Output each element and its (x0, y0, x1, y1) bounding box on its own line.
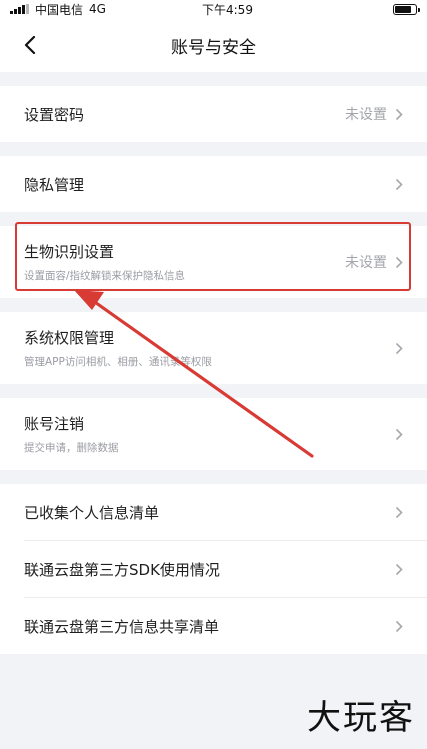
row-label: 已收集个人信息清单 (24, 503, 160, 522)
row-label: 设置密码 (24, 105, 85, 124)
group-privacy: 隐私管理 (0, 156, 427, 212)
carrier-name: 中国电信 (35, 2, 84, 17)
row-status: 未设置 (345, 255, 387, 271)
status-bar: 中国电信 4G 下午4:59 (0, 0, 427, 18)
chevron-right-icon (395, 255, 405, 269)
chevron-left-icon (24, 36, 36, 54)
group-info-lists: 已收集个人信息清单 联通云盘第三方SDK使用情况 联通云盘第三方信息共享清单 (0, 484, 427, 654)
row-label: 隐私管理 (24, 175, 85, 194)
signal-icon (10, 4, 29, 14)
row-label: 系统权限管理 (24, 329, 115, 347)
group-permissions: 系统权限管理 管理APP访问相机、相册、通讯录等权限 (0, 312, 427, 384)
row-privacy-management[interactable]: 隐私管理 (0, 156, 427, 212)
chevron-right-icon (395, 505, 405, 519)
row-biometric-settings[interactable]: 生物识别设置 设置面容/指纹解锁来保护隐私信息 未设置 (0, 226, 427, 298)
row-third-party-sharing[interactable]: 联通云盘第三方信息共享清单 (0, 598, 427, 654)
chevron-right-icon (395, 107, 405, 121)
chevron-right-icon (395, 341, 405, 355)
nav-bar: 账号与安全 (0, 18, 427, 72)
chevron-right-icon (395, 427, 405, 441)
group-biometric: 生物识别设置 设置面容/指纹解锁来保护隐私信息 未设置 (0, 226, 427, 298)
status-time: 下午4:59 (202, 2, 253, 17)
row-account-cancellation[interactable]: 账号注销 提交申请，删除数据 (0, 398, 427, 470)
row-label: 联通云盘第三方SDK使用情况 (24, 560, 220, 579)
row-subtitle: 提交申请，删除数据 (24, 442, 119, 454)
row-third-party-sdk[interactable]: 联通云盘第三方SDK使用情况 (0, 541, 427, 597)
chevron-right-icon (395, 619, 405, 633)
row-set-password[interactable]: 设置密码 未设置 (0, 86, 427, 142)
row-label: 联通云盘第三方信息共享清单 (24, 617, 220, 636)
row-label: 账号注销 (24, 415, 85, 433)
row-label: 生物识别设置 (24, 243, 115, 261)
page-title: 账号与安全 (171, 37, 256, 58)
row-system-permissions[interactable]: 系统权限管理 管理APP访问相机、相册、通讯录等权限 (0, 312, 427, 384)
status-left: 中国电信 4G (10, 1, 106, 18)
row-subtitle: 设置面容/指纹解锁来保护隐私信息 (24, 270, 186, 282)
group-password: 设置密码 未设置 (0, 86, 427, 142)
row-collected-info-list[interactable]: 已收集个人信息清单 (0, 484, 427, 540)
row-subtitle: 管理APP访问相机、相册、通讯录等权限 (24, 356, 212, 368)
chevron-right-icon (395, 562, 405, 576)
battery-icon (393, 3, 420, 15)
network-type: 4G (89, 2, 106, 16)
row-status: 未设置 (345, 107, 387, 123)
group-account-cancel: 账号注销 提交申请，删除数据 (0, 398, 427, 470)
chevron-right-icon (395, 177, 405, 191)
back-button[interactable] (18, 33, 42, 57)
watermark-text: 大玩客 (307, 698, 415, 738)
